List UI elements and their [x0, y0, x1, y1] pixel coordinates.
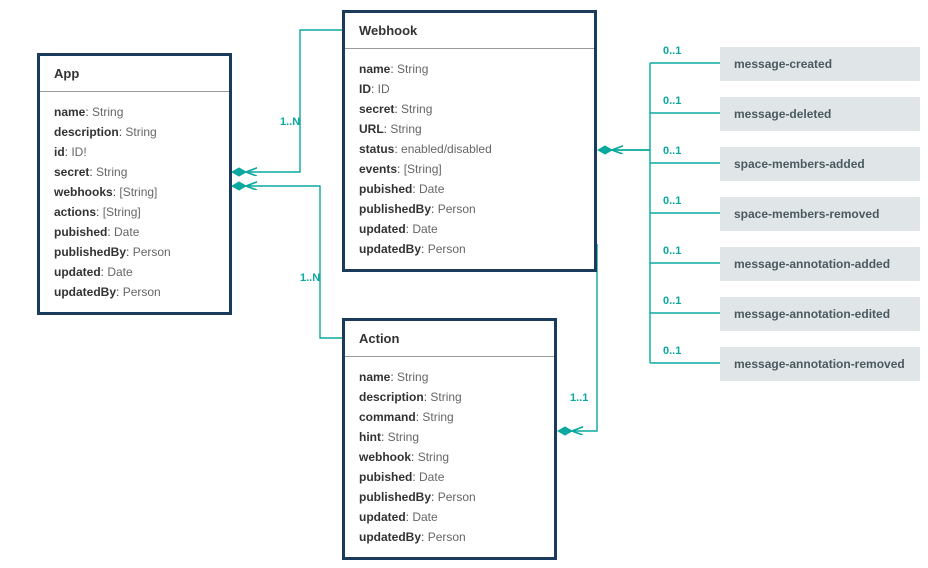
mult-action-webhook: 1..1 — [570, 392, 588, 404]
entity-webhook-fields: name: String ID: ID secret: String URL: … — [345, 49, 594, 269]
entity-action-title: Action — [345, 321, 554, 357]
mult-app-webhook: 1..N — [280, 116, 300, 128]
event-space-members-added: space-members-added — [720, 147, 920, 181]
event-message-created: message-created — [720, 47, 920, 81]
entity-app: App name: String description: String id:… — [37, 53, 232, 315]
mult-app-action: 1..N — [300, 272, 320, 284]
entity-action: Action name: String description: String … — [342, 318, 557, 560]
event-message-annotation-added: message-annotation-added — [720, 247, 920, 281]
mult-event-0: 0..1 — [663, 45, 681, 57]
mult-event-3: 0..1 — [663, 195, 681, 207]
entity-app-title: App — [40, 56, 229, 92]
event-message-deleted: message-deleted — [720, 97, 920, 131]
entity-webhook-title: Webhook — [345, 13, 594, 49]
entity-app-fields: name: String description: String id: ID!… — [40, 92, 229, 312]
mult-event-4: 0..1 — [663, 245, 681, 257]
event-message-annotation-removed: message-annotation-removed — [720, 347, 920, 381]
mult-event-2: 0..1 — [663, 145, 681, 157]
event-message-annotation-edited: message-annotation-edited — [720, 297, 920, 331]
entity-action-fields: name: String description: String command… — [345, 357, 554, 557]
event-space-members-removed: space-members-removed — [720, 197, 920, 231]
mult-event-5: 0..1 — [663, 295, 681, 307]
entity-webhook: Webhook name: String ID: ID secret: Stri… — [342, 10, 597, 272]
mult-event-1: 0..1 — [663, 95, 681, 107]
mult-event-6: 0..1 — [663, 345, 681, 357]
